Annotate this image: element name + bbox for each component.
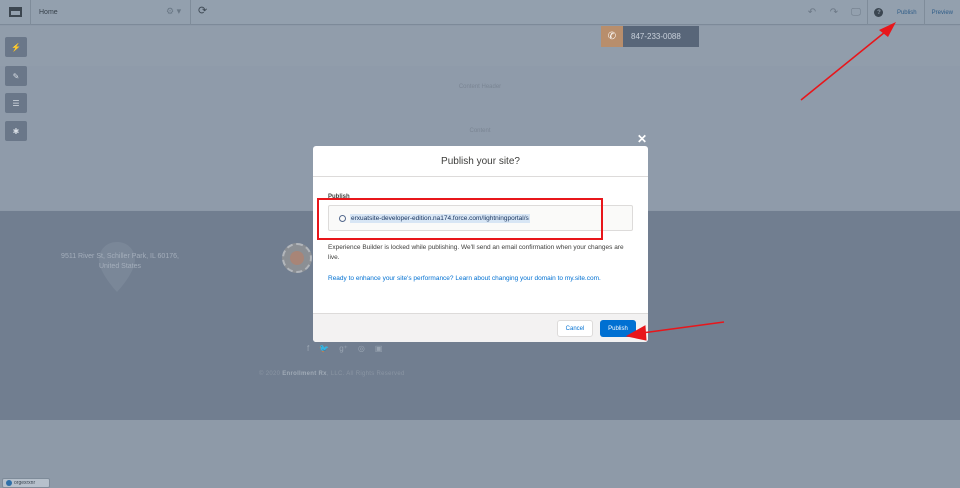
address-line-2: United States: [98, 263, 142, 270]
toolbar-publish-button[interactable]: Publish: [890, 0, 924, 25]
domain-help-link[interactable]: Ready to enhance your site's performance…: [328, 274, 618, 284]
facebook-icon[interactable]: f: [307, 344, 309, 353]
company-seal-logo: [282, 243, 312, 273]
page-settings-gear-icon[interactable]: ⚙ ▾: [166, 6, 181, 17]
app-menu-icon[interactable]: [0, 0, 31, 25]
undo-icon[interactable]: ↶: [801, 0, 823, 25]
page-name: Home: [39, 8, 58, 16]
toolbar-actions: ↶ ↷ 🖵 ? Publish Preview: [801, 0, 960, 25]
org-icon: [6, 480, 12, 486]
copyright-text: © 2020 Enrollment Rx, LLC. All Rights Re…: [259, 371, 405, 377]
phone-banner: ✆ 847-233-0088: [601, 26, 699, 47]
twitter-icon[interactable]: 🐦: [319, 344, 329, 353]
device-preview-icon[interactable]: 🖵: [845, 0, 867, 25]
site-header-band: [0, 26, 960, 66]
content-placeholder: Content: [469, 128, 491, 134]
pinterest-icon[interactable]: ◎: [358, 344, 365, 353]
linkedin-icon[interactable]: ▣: [375, 344, 383, 353]
modal-close-icon[interactable]: ✕: [637, 132, 647, 146]
org-tag-label: orgexrxnr: [14, 480, 36, 486]
help-icon[interactable]: ?: [868, 0, 890, 25]
refresh-icon[interactable]: ⟳: [198, 4, 207, 17]
social-links: f 🐦 g⁺ ◎ ▣: [307, 344, 382, 353]
publish-info-text: Experience Builder is locked while publi…: [328, 244, 624, 261]
publish-button[interactable]: Publish: [600, 320, 636, 337]
toolbar-preview-button[interactable]: Preview: [925, 0, 960, 25]
phone-icon: ✆: [601, 26, 623, 47]
content-header-placeholder: Content Header: [458, 84, 502, 90]
footer-address: 9511 River St, Schiller Park, IL 60176, …: [40, 252, 200, 272]
components-panel-icon[interactable]: ⚡: [5, 37, 27, 57]
theme-panel-icon[interactable]: ✎: [5, 66, 27, 86]
cancel-button[interactable]: Cancel: [557, 320, 593, 337]
canvas-bottom: [0, 420, 960, 488]
redo-icon[interactable]: ↷: [823, 0, 845, 25]
url-highlight-box: [317, 198, 603, 240]
settings-panel-icon[interactable]: ✱: [5, 121, 27, 141]
phone-number: 847-233-0088: [631, 32, 681, 41]
org-tag[interactable]: orgexrxnr: [2, 478, 50, 488]
publish-modal: Publish your site? Publish erxuatsite-de…: [313, 146, 648, 342]
modal-footer: Cancel Publish: [313, 313, 648, 342]
google-plus-icon[interactable]: g⁺: [339, 344, 348, 353]
address-line-1: 9511 River St, Schiller Park, IL 60176,: [61, 253, 179, 260]
page-structure-icon[interactable]: ☰: [5, 93, 27, 113]
modal-title: Publish your site?: [313, 146, 648, 177]
